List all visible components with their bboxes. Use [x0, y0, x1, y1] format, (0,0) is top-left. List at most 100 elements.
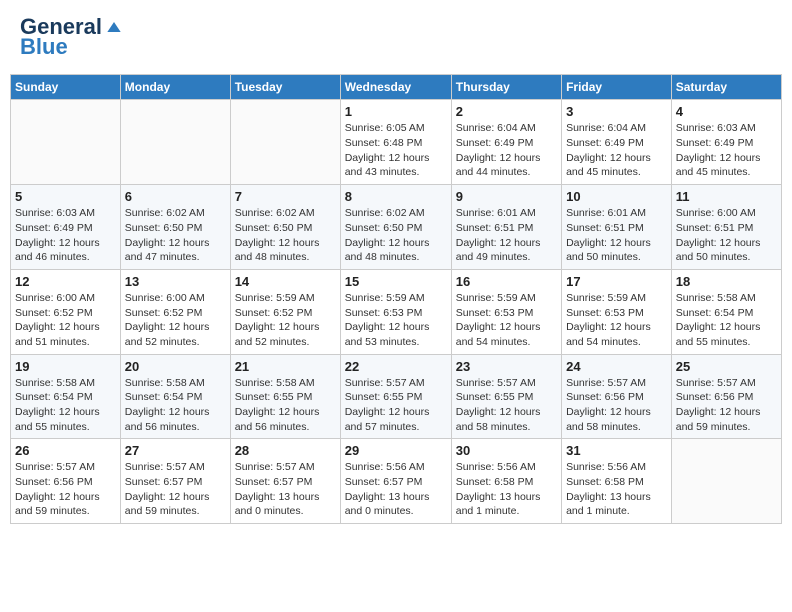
day-info: Sunrise: 6:00 AM Sunset: 6:51 PM Dayligh…: [676, 206, 777, 265]
day-number: 21: [235, 359, 336, 374]
calendar-cell: 10 Sunrise: 6:01 AM Sunset: 6:51 PM Dayli…: [562, 185, 672, 270]
day-number: 3: [566, 104, 667, 119]
day-number: 31: [566, 443, 667, 458]
day-info: Sunrise: 5:59 AM Sunset: 6:53 PM Dayligh…: [345, 291, 447, 350]
weekday-header-tuesday: Tuesday: [230, 75, 340, 100]
calendar-cell: 19 Sunrise: 5:58 AM Sunset: 6:54 PM Dayli…: [11, 354, 121, 439]
calendar-cell: 2 Sunrise: 6:04 AM Sunset: 6:49 PM Daylig…: [451, 100, 561, 185]
calendar-cell: 15 Sunrise: 5:59 AM Sunset: 6:53 PM Dayli…: [340, 269, 451, 354]
day-number: 27: [125, 443, 226, 458]
day-number: 29: [345, 443, 447, 458]
calendar-cell: 7 Sunrise: 6:02 AM Sunset: 6:50 PM Daylig…: [230, 185, 340, 270]
calendar-cell: 14 Sunrise: 5:59 AM Sunset: 6:52 PM Dayli…: [230, 269, 340, 354]
calendar-cell: 31 Sunrise: 5:56 AM Sunset: 6:58 PM Dayli…: [562, 439, 672, 524]
day-number: 9: [456, 189, 557, 204]
day-info: Sunrise: 5:57 AM Sunset: 6:56 PM Dayligh…: [566, 376, 667, 435]
weekday-header-sunday: Sunday: [11, 75, 121, 100]
calendar-cell: 25Sunrise: 5:57 AM Sunset: 6:56 PM Dayli…: [671, 354, 781, 439]
day-number: 14: [235, 274, 336, 289]
day-info: Sunrise: 6:05 AM Sunset: 6:48 PM Dayligh…: [345, 121, 447, 180]
calendar-cell: 6 Sunrise: 6:02 AM Sunset: 6:50 PM Daylig…: [120, 185, 230, 270]
calendar-cell: 17 Sunrise: 5:59 AM Sunset: 6:53 PM Dayli…: [562, 269, 672, 354]
calendar-cell: 26 Sunrise: 5:57 AM Sunset: 6:56 PM Dayli…: [11, 439, 121, 524]
day-number: 8: [345, 189, 447, 204]
calendar-cell: 20 Sunrise: 5:58 AM Sunset: 6:54 PM Dayli…: [120, 354, 230, 439]
calendar-cell: 5 Sunrise: 6:03 AM Sunset: 6:49 PM Daylig…: [11, 185, 121, 270]
day-info: Sunrise: 5:58 AM Sunset: 6:55 PM Dayligh…: [235, 376, 336, 435]
calendar-cell: 9 Sunrise: 6:01 AM Sunset: 6:51 PM Daylig…: [451, 185, 561, 270]
calendar-cell: 29 Sunrise: 5:56 AM Sunset: 6:57 PM Dayli…: [340, 439, 451, 524]
day-number: 18: [676, 274, 777, 289]
calendar-cell: 8 Sunrise: 6:02 AM Sunset: 6:50 PM Daylig…: [340, 185, 451, 270]
day-number: 30: [456, 443, 557, 458]
calendar-cell: 23 Sunrise: 5:57 AM Sunset: 6:55 PM Dayli…: [451, 354, 561, 439]
calendar-week-1: 1Sunrise: 6:05 AM Sunset: 6:48 PM Daylig…: [11, 100, 782, 185]
day-info: Sunrise: 6:02 AM Sunset: 6:50 PM Dayligh…: [345, 206, 447, 265]
weekday-header-saturday: Saturday: [671, 75, 781, 100]
calendar-week-3: 12 Sunrise: 6:00 AM Sunset: 6:52 PM Dayli…: [11, 269, 782, 354]
page-header: General Blue: [10, 10, 782, 64]
day-number: 15: [345, 274, 447, 289]
day-info: Sunrise: 5:57 AM Sunset: 6:56 PM Dayligh…: [15, 460, 116, 519]
day-info: Sunrise: 5:58 AM Sunset: 6:54 PM Dayligh…: [125, 376, 226, 435]
day-number: 2: [456, 104, 557, 119]
day-info: Sunrise: 6:00 AM Sunset: 6:52 PM Dayligh…: [125, 291, 226, 350]
day-info: Sunrise: 5:59 AM Sunset: 6:52 PM Dayligh…: [235, 291, 336, 350]
day-info: Sunrise: 6:03 AM Sunset: 6:49 PM Dayligh…: [676, 121, 777, 180]
calendar-cell: 18Sunrise: 5:58 AM Sunset: 6:54 PM Dayli…: [671, 269, 781, 354]
weekday-header-monday: Monday: [120, 75, 230, 100]
calendar-cell: 11 Sunrise: 6:00 AM Sunset: 6:51 PM Dayli…: [671, 185, 781, 270]
calendar-cell: [11, 100, 121, 185]
calendar-cell: 3 Sunrise: 6:04 AM Sunset: 6:49 PM Daylig…: [562, 100, 672, 185]
day-info: Sunrise: 5:57 AM Sunset: 6:57 PM Dayligh…: [235, 460, 336, 519]
calendar-week-2: 5 Sunrise: 6:03 AM Sunset: 6:49 PM Daylig…: [11, 185, 782, 270]
day-number: 11: [676, 189, 777, 204]
day-number: 16: [456, 274, 557, 289]
day-number: 19: [15, 359, 116, 374]
calendar-cell: [120, 100, 230, 185]
day-number: 20: [125, 359, 226, 374]
day-number: 7: [235, 189, 336, 204]
day-number: 5: [15, 189, 116, 204]
day-number: 10: [566, 189, 667, 204]
day-number: 17: [566, 274, 667, 289]
day-info: Sunrise: 5:56 AM Sunset: 6:58 PM Dayligh…: [456, 460, 557, 519]
day-info: Sunrise: 5:58 AM Sunset: 6:54 PM Dayligh…: [15, 376, 116, 435]
calendar-week-5: 26 Sunrise: 5:57 AM Sunset: 6:56 PM Dayli…: [11, 439, 782, 524]
day-info: Sunrise: 5:59 AM Sunset: 6:53 PM Dayligh…: [456, 291, 557, 350]
calendar-cell: [230, 100, 340, 185]
calendar-week-4: 19 Sunrise: 5:58 AM Sunset: 6:54 PM Dayli…: [11, 354, 782, 439]
day-info: Sunrise: 5:59 AM Sunset: 6:53 PM Dayligh…: [566, 291, 667, 350]
logo-icon: [104, 17, 124, 37]
day-number: 12: [15, 274, 116, 289]
calendar-cell: 24 Sunrise: 5:57 AM Sunset: 6:56 PM Dayli…: [562, 354, 672, 439]
calendar-cell: 27Sunrise: 5:57 AM Sunset: 6:57 PM Dayli…: [120, 439, 230, 524]
day-info: Sunrise: 5:56 AM Sunset: 6:58 PM Dayligh…: [566, 460, 667, 519]
day-number: 24: [566, 359, 667, 374]
day-info: Sunrise: 6:00 AM Sunset: 6:52 PM Dayligh…: [15, 291, 116, 350]
day-number: 23: [456, 359, 557, 374]
day-info: Sunrise: 5:57 AM Sunset: 6:55 PM Dayligh…: [345, 376, 447, 435]
day-number: 25: [676, 359, 777, 374]
calendar-cell: 1Sunrise: 6:05 AM Sunset: 6:48 PM Daylig…: [340, 100, 451, 185]
day-info: Sunrise: 5:56 AM Sunset: 6:57 PM Dayligh…: [345, 460, 447, 519]
day-info: Sunrise: 6:04 AM Sunset: 6:49 PM Dayligh…: [566, 121, 667, 180]
day-info: Sunrise: 6:02 AM Sunset: 6:50 PM Dayligh…: [125, 206, 226, 265]
calendar-cell: 4 Sunrise: 6:03 AM Sunset: 6:49 PM Daylig…: [671, 100, 781, 185]
calendar-cell: 28Sunrise: 5:57 AM Sunset: 6:57 PM Dayli…: [230, 439, 340, 524]
calendar-table: SundayMondayTuesdayWednesdayThursdayFrid…: [10, 74, 782, 524]
day-number: 26: [15, 443, 116, 458]
day-info: Sunrise: 6:04 AM Sunset: 6:49 PM Dayligh…: [456, 121, 557, 180]
weekday-header-thursday: Thursday: [451, 75, 561, 100]
day-info: Sunrise: 6:03 AM Sunset: 6:49 PM Dayligh…: [15, 206, 116, 265]
day-number: 4: [676, 104, 777, 119]
day-number: 6: [125, 189, 226, 204]
day-info: Sunrise: 6:02 AM Sunset: 6:50 PM Dayligh…: [235, 206, 336, 265]
calendar-cell: 22Sunrise: 5:57 AM Sunset: 6:55 PM Dayli…: [340, 354, 451, 439]
calendar-cell: 12 Sunrise: 6:00 AM Sunset: 6:52 PM Dayli…: [11, 269, 121, 354]
calendar-cell: 30 Sunrise: 5:56 AM Sunset: 6:58 PM Dayli…: [451, 439, 561, 524]
day-info: Sunrise: 6:01 AM Sunset: 6:51 PM Dayligh…: [566, 206, 667, 265]
day-info: Sunrise: 5:57 AM Sunset: 6:55 PM Dayligh…: [456, 376, 557, 435]
day-info: Sunrise: 6:01 AM Sunset: 6:51 PM Dayligh…: [456, 206, 557, 265]
calendar-cell: [671, 439, 781, 524]
